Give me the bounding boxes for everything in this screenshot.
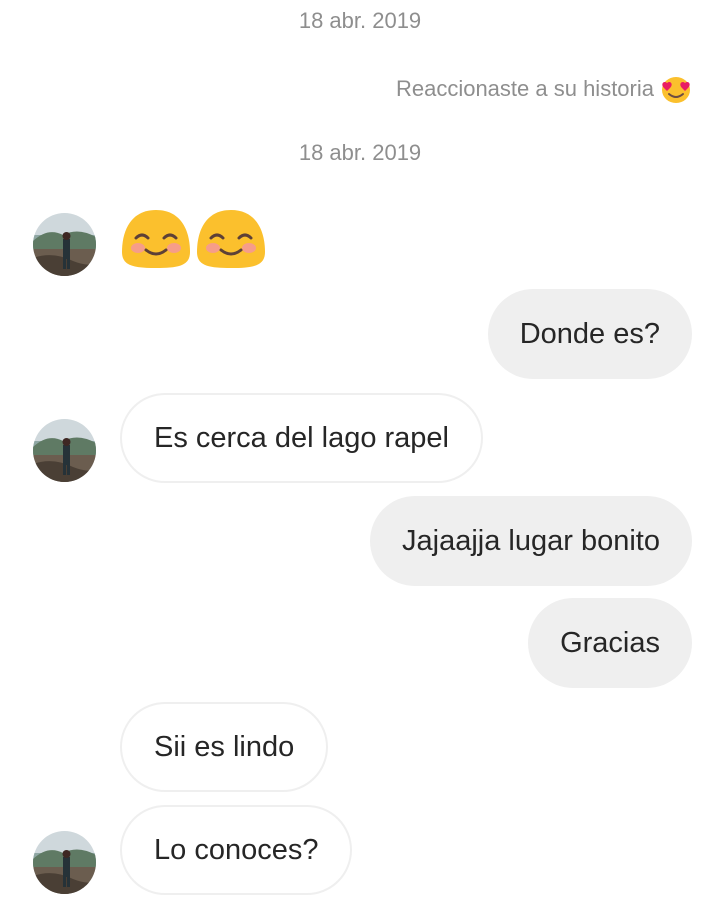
incoming-message[interactable]: Es cerca del lago rapel (120, 393, 483, 483)
emoji-message (120, 208, 267, 270)
incoming-message[interactable]: Sii es lindo (120, 702, 329, 792)
contact-avatar[interactable] (33, 831, 96, 894)
avatar-photo (33, 213, 96, 276)
smiling-emoji-icon (122, 210, 190, 268)
story-reaction: Reaccionaste a su historia (396, 72, 692, 106)
incoming-message[interactable]: Lo conoces? (120, 805, 353, 895)
smiling-emoji-icon (197, 210, 265, 268)
heart-eyes-emoji-icon (662, 77, 690, 103)
date-separator: 18 abr. 2019 (298, 8, 422, 33)
outgoing-message[interactable]: Donde es? (487, 289, 692, 379)
contact-avatar[interactable] (33, 213, 96, 276)
avatar-photo (33, 419, 96, 482)
avatar-photo (33, 831, 96, 894)
story-reaction-text: Reaccionaste a su historia (395, 76, 654, 101)
contact-avatar[interactable] (33, 419, 96, 482)
outgoing-message[interactable]: Jajaajja lugar bonito (370, 496, 692, 586)
outgoing-message[interactable]: Gracias (528, 598, 692, 688)
date-separator: 18 abr. 2019 (298, 140, 422, 165)
